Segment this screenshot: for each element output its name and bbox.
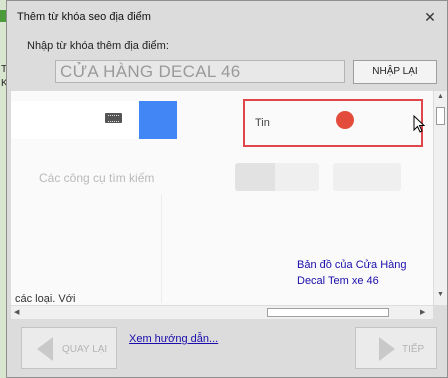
- vertical-scroll-thumb[interactable]: [436, 107, 445, 125]
- horizontal-scroll-thumb[interactable]: [267, 308, 389, 317]
- back-arrow-icon: [37, 337, 53, 361]
- dialog-title: Thêm từ khóa seo địa điểm: [17, 11, 151, 23]
- red-dot-marker: [336, 111, 354, 129]
- scroll-up-icon[interactable]: ▲: [437, 93, 444, 100]
- close-button[interactable]: ✕: [419, 7, 441, 27]
- next-button[interactable]: TIẾP: [355, 327, 437, 369]
- highlight-box: [243, 99, 423, 147]
- tin-label[interactable]: Tin: [255, 117, 270, 129]
- tools-toggle[interactable]: [235, 163, 319, 191]
- scroll-left-icon[interactable]: ◀: [14, 308, 19, 316]
- keyword-input[interactable]: CỬA HÀNG DECAL 46: [55, 60, 345, 83]
- guide-link[interactable]: Xem hướng dẫn...: [129, 333, 218, 345]
- next-label: TIẾP: [402, 344, 425, 355]
- reenter-button[interactable]: NHẬP LẠI: [353, 60, 437, 84]
- tools-option-button[interactable]: [333, 163, 401, 191]
- search-tools-label[interactable]: Các công cụ tìm kiếm: [39, 171, 154, 185]
- mouse-cursor-icon: [413, 115, 425, 133]
- back-button[interactable]: QUAY LẠI: [21, 327, 117, 369]
- divider: [161, 195, 162, 303]
- scroll-right-icon[interactable]: ▶: [420, 308, 425, 316]
- back-label: QUAY LẠI: [62, 344, 108, 355]
- horizontal-scrollbar[interactable]: ◀ ▶: [11, 305, 433, 319]
- scroll-down-icon[interactable]: ▼: [437, 291, 444, 298]
- next-arrow-icon: [379, 337, 395, 361]
- search-button[interactable]: [139, 101, 177, 139]
- vertical-scrollbar[interactable]: ▲ ▼: [433, 91, 447, 305]
- keyword-prompt-label: Nhập từ khóa thêm địa điểm:: [27, 40, 169, 52]
- keyboard-icon[interactable]: [105, 113, 122, 123]
- map-link[interactable]: Bản đồ của Cửa Hàng Decal Tem xe 46: [297, 257, 409, 289]
- add-keyword-dialog: Thêm từ khóa seo địa điểm ✕ Nhập từ khóa…: [6, 0, 448, 378]
- dialog-titlebar[interactable]: Thêm từ khóa seo địa điểm ✕: [7, 1, 447, 31]
- result-snippet: các loại. Với: [15, 293, 76, 305]
- toggle-knob: [235, 163, 275, 191]
